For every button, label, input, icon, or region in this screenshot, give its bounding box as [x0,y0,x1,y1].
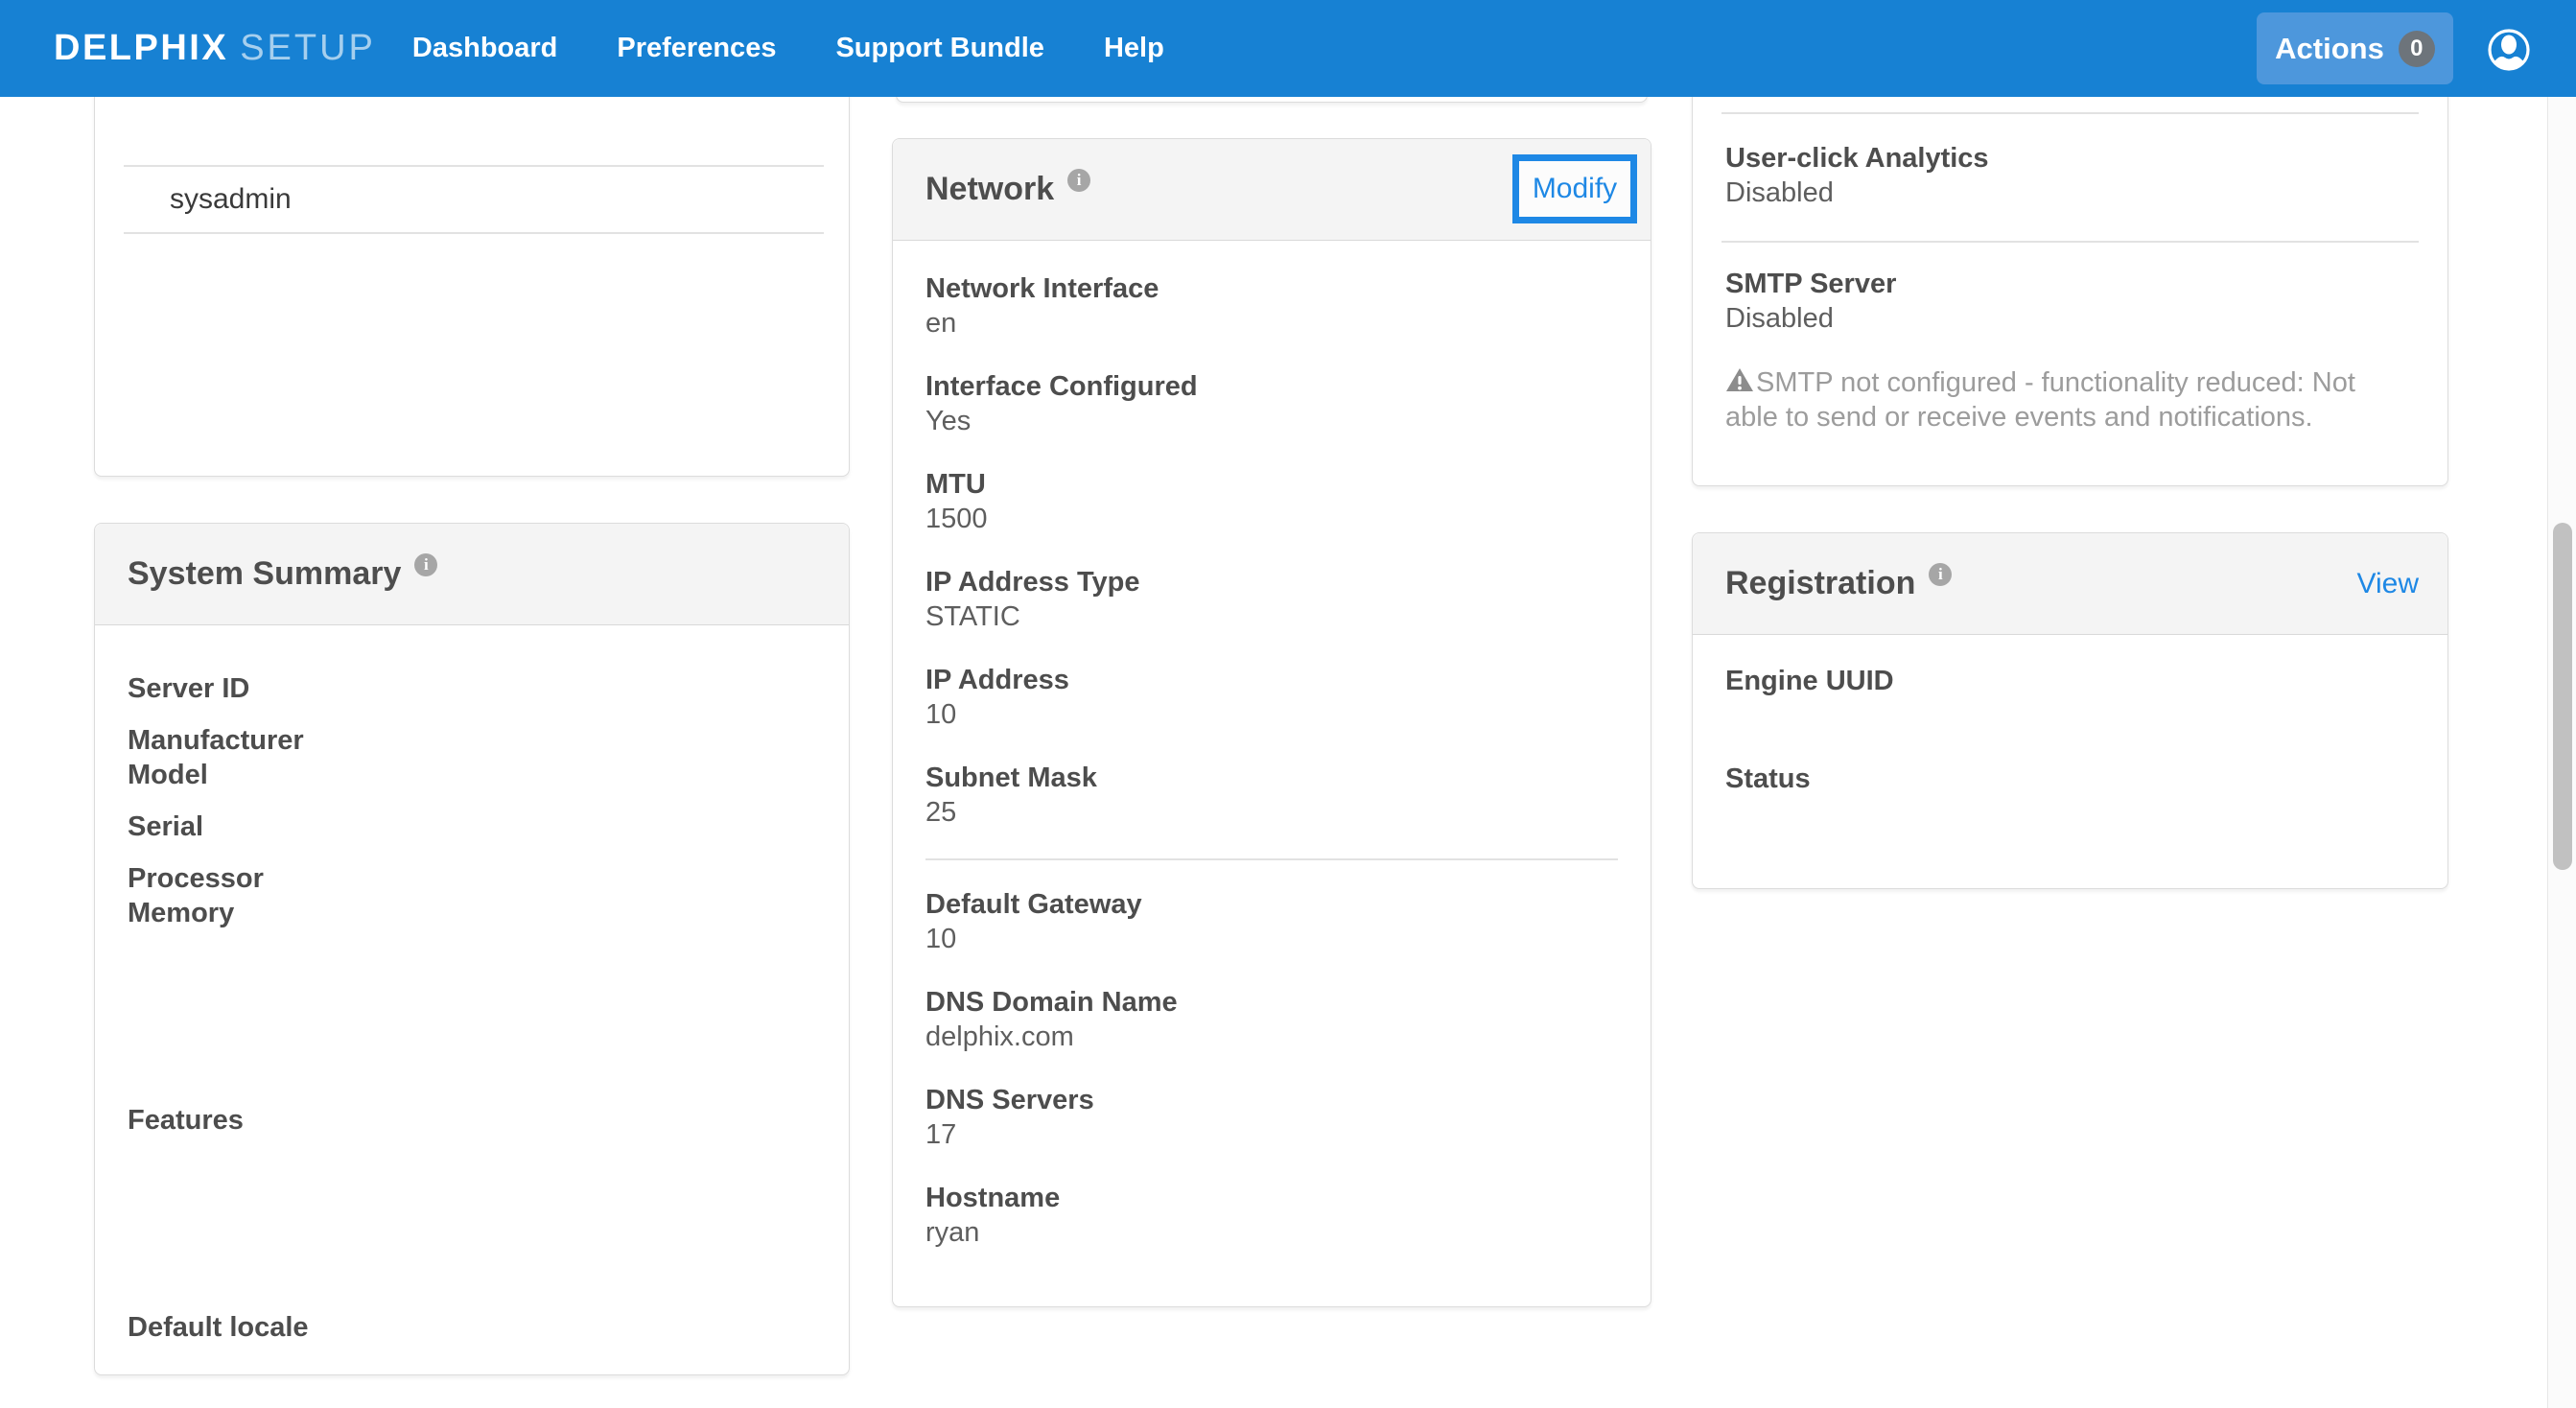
registration-view-link[interactable]: View [2357,568,2419,600]
field-value-smtp-server: Disabled [1725,301,2415,336]
field-value-user-click-analytics: Disabled [1725,176,2415,210]
field-value-ip-address: 10 [925,697,1618,732]
field-label-ip-address: IP Address [925,663,1618,697]
registration-title: Registration [1725,565,1915,602]
field-label-serial: Serial [128,810,816,844]
field-value-status [1725,796,2415,831]
warning-icon [1725,366,1754,393]
smtp-field: SMTP Server Disabled [1725,267,2415,336]
network-field: Hostname ryan [925,1181,1618,1250]
field-label-interface-configured: Interface Configured [925,369,1618,404]
user-list-item-sysadmin[interactable]: sysadmin [124,165,824,234]
network-card: Network i Modify Network Interface en In… [892,138,1651,1307]
actions-button[interactable]: Actions 0 [2257,12,2453,84]
field-label-mtu: MTU [925,467,1618,502]
nav-item-dashboard[interactable]: Dashboard [412,33,557,64]
registration-card: Registration i View Engine UUID Status [1692,532,2448,889]
field-label-default-locale: Default locale [128,1310,816,1345]
field-label-processor: Processor [128,861,816,896]
info-icon[interactable]: i [414,553,437,576]
field-label-ip-address-type: IP Address Type [925,565,1618,599]
field-value-network-interface: en [925,306,1618,340]
network-modify-button[interactable]: Modify [1512,154,1637,223]
scrollbar-track[interactable] [2547,97,2576,1408]
registration-field: Status [1725,762,2415,831]
nav-item-support-bundle[interactable]: Support Bundle [835,33,1043,64]
network-field: IP Address Type STATIC [925,565,1618,634]
field-label-server-id: Server ID [128,671,816,706]
network-header: Network i Modify [893,139,1651,241]
actions-count-badge: 0 [2399,31,2435,67]
field-label-model: Model [128,758,816,792]
logo-primary: DELPHIX [54,28,228,69]
field-label-features: Features [128,1103,816,1138]
delphix-setup-dashboard: sysadmin System Summary i Server ID Manu… [0,0,2576,1408]
network-field: Network Interface en [925,271,1618,340]
system-summary-title: System Summary [128,555,401,593]
delphix-setup-logo: DELPHIX SETUP [54,28,376,69]
field-label-dns-domain-name: DNS Domain Name [925,985,1618,1020]
nav-menu: Dashboard Preferences Support Bundle Hel… [412,33,1164,64]
smtp-warning: SMTP not configured - functionality redu… [1725,365,2407,434]
registration-body: Engine UUID Status [1693,635,2447,831]
field-value-mtu: 1500 [925,502,1618,536]
network-body: Network Interface en Interface Configure… [893,241,1651,1250]
network-field: DNS Servers 17 [925,1083,1618,1152]
network-field: MTU 1500 [925,467,1618,536]
top-nav-bar: DELPHIX SETUP Dashboard Preferences Supp… [0,0,2576,97]
scrollbar-thumb[interactable] [2553,523,2572,870]
registration-field: Engine UUID [1725,664,2415,733]
analytics-field: User-click Analytics Disabled [1725,141,2415,210]
info-icon[interactable]: i [1929,563,1952,586]
nav-item-help[interactable]: Help [1104,33,1164,64]
actions-button-label: Actions [2275,32,2384,66]
field-value-engine-uuid [1725,698,2415,733]
user-name: sysadmin [170,183,292,216]
field-value-dns-servers: 17 [925,1117,1618,1152]
field-label-network-interface: Network Interface [925,271,1618,306]
row-divider [1721,112,2419,114]
row-divider [1721,241,2419,243]
network-field: Default Gateway 10 [925,887,1618,956]
field-value-subnet-mask: 25 [925,795,1618,830]
network-field: DNS Domain Name delphix.com [925,985,1618,1054]
field-label-default-gateway: Default Gateway [925,887,1618,922]
field-label-user-click-analytics: User-click Analytics [1725,141,2415,176]
field-value-dns-domain-name: delphix.com [925,1020,1618,1054]
network-field: IP Address 10 [925,663,1618,732]
info-icon[interactable]: i [1067,169,1090,192]
field-label-engine-uuid: Engine UUID [1725,664,2415,698]
network-section-divider [925,858,1618,860]
field-value-hostname: ryan [925,1215,1618,1250]
field-label-dns-servers: DNS Servers [925,1083,1618,1117]
logo-secondary: SETUP [240,28,376,69]
field-label-subnet-mask: Subnet Mask [925,761,1618,795]
network-field: Subnet Mask 25 [925,761,1618,830]
field-label-memory: Memory [128,896,816,930]
user-avatar-icon[interactable] [2487,28,2531,72]
nav-item-preferences[interactable]: Preferences [617,33,776,64]
field-label-status: Status [1725,762,2415,796]
network-field: Interface Configured Yes [925,369,1618,438]
field-value-ip-address-type: STATIC [925,599,1618,634]
field-value-interface-configured: Yes [925,404,1618,438]
field-label-hostname: Hostname [925,1181,1618,1215]
field-label-smtp-server: SMTP Server [1725,267,2415,301]
field-label-manufacturer: Manufacturer [128,723,816,758]
system-summary-body: Server ID Manufacturer Model Serial Proc… [95,625,849,1345]
field-value-default-gateway: 10 [925,922,1618,956]
system-summary-header: System Summary i [95,524,849,625]
network-title: Network [925,171,1054,208]
registration-header: Registration i View [1693,533,2447,635]
system-summary-card: System Summary i Server ID Manufacturer … [94,523,850,1375]
smtp-warning-text: SMTP not configured - functionality redu… [1725,367,2355,433]
